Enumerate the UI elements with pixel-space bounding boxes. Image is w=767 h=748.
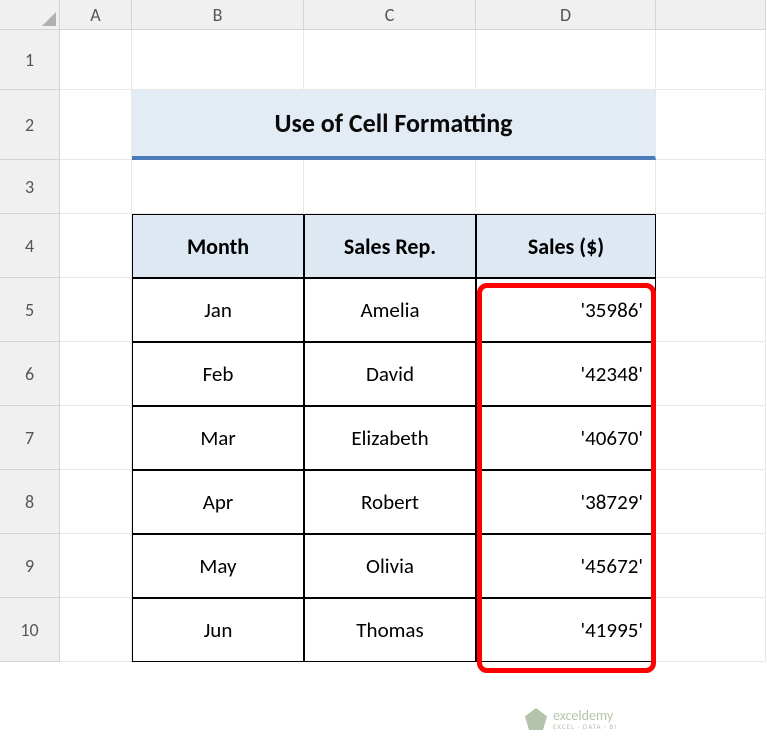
cell-c1[interactable]: [304, 30, 476, 90]
cell-rep-4[interactable]: Olivia: [304, 534, 476, 598]
row-header-10[interactable]: 10: [0, 598, 60, 662]
cell-e1[interactable]: [656, 30, 766, 90]
watermark: exceldemy EXCEL · DATA · BI: [525, 708, 617, 730]
cell-rep-1[interactable]: David: [304, 342, 476, 406]
col-header-c[interactable]: C: [304, 0, 476, 30]
cell-e7[interactable]: [656, 406, 766, 470]
cell-sales-2[interactable]: '40670': [476, 406, 656, 470]
cell-sales-0[interactable]: '35986': [476, 278, 656, 342]
cell-e4[interactable]: [656, 214, 766, 278]
cell-rep-0[interactable]: Amelia: [304, 278, 476, 342]
select-all-corner[interactable]: [0, 0, 60, 30]
cell-month-4[interactable]: May: [132, 534, 304, 598]
cell-rep-5[interactable]: Thomas: [304, 598, 476, 662]
row-header-2[interactable]: 2: [0, 90, 60, 160]
col-header-blank[interactable]: [656, 0, 766, 30]
cell-month-1[interactable]: Feb: [132, 342, 304, 406]
row-header-3[interactable]: 3: [0, 160, 60, 214]
cell-a8[interactable]: [60, 470, 132, 534]
cell-c3[interactable]: [304, 160, 476, 214]
row-header-1[interactable]: 1: [0, 30, 60, 90]
cell-a9[interactable]: [60, 534, 132, 598]
header-rep[interactable]: Sales Rep.: [304, 214, 476, 278]
cell-d1[interactable]: [476, 30, 656, 90]
cell-e10[interactable]: [656, 598, 766, 662]
cell-a10[interactable]: [60, 598, 132, 662]
cell-e3[interactable]: [656, 160, 766, 214]
cell-e2[interactable]: [656, 90, 766, 160]
title-cell[interactable]: Use of Cell Formatting: [132, 90, 656, 160]
header-sales[interactable]: Sales ($): [476, 214, 656, 278]
cell-a6[interactable]: [60, 342, 132, 406]
cell-a5[interactable]: [60, 278, 132, 342]
cell-e9[interactable]: [656, 534, 766, 598]
cell-e8[interactable]: [656, 470, 766, 534]
watermark-icon: [525, 708, 547, 730]
col-header-d[interactable]: D: [476, 0, 656, 30]
cell-sales-5[interactable]: '41995': [476, 598, 656, 662]
watermark-tag: EXCEL · DATA · BI: [553, 723, 617, 730]
row-header-9[interactable]: 9: [0, 534, 60, 598]
row-header-4[interactable]: 4: [0, 214, 60, 278]
row-header-6[interactable]: 6: [0, 342, 60, 406]
cell-month-5[interactable]: Jun: [132, 598, 304, 662]
cell-a7[interactable]: [60, 406, 132, 470]
cell-month-0[interactable]: Jan: [132, 278, 304, 342]
cell-sales-1[interactable]: '42348': [476, 342, 656, 406]
spreadsheet-grid: A B C D 1 2 Use of Cell Formatting 3 4 M…: [0, 0, 767, 662]
cell-e6[interactable]: [656, 342, 766, 406]
cell-rep-2[interactable]: Elizabeth: [304, 406, 476, 470]
col-header-a[interactable]: A: [60, 0, 132, 30]
cell-d3[interactable]: [476, 160, 656, 214]
row-header-5[interactable]: 5: [0, 278, 60, 342]
cell-a4[interactable]: [60, 214, 132, 278]
cell-a1[interactable]: [60, 30, 132, 90]
cell-sales-3[interactable]: '38729': [476, 470, 656, 534]
cell-sales-4[interactable]: '45672': [476, 534, 656, 598]
cell-a3[interactable]: [60, 160, 132, 214]
watermark-name: exceldemy: [553, 709, 617, 723]
cell-month-2[interactable]: Mar: [132, 406, 304, 470]
cell-a2[interactable]: [60, 90, 132, 160]
cell-month-3[interactable]: Apr: [132, 470, 304, 534]
cell-e5[interactable]: [656, 278, 766, 342]
header-month[interactable]: Month: [132, 214, 304, 278]
cell-b1[interactable]: [132, 30, 304, 90]
col-header-b[interactable]: B: [132, 0, 304, 30]
cell-b3[interactable]: [132, 160, 304, 214]
cell-rep-3[interactable]: Robert: [304, 470, 476, 534]
row-header-8[interactable]: 8: [0, 470, 60, 534]
row-header-7[interactable]: 7: [0, 406, 60, 470]
